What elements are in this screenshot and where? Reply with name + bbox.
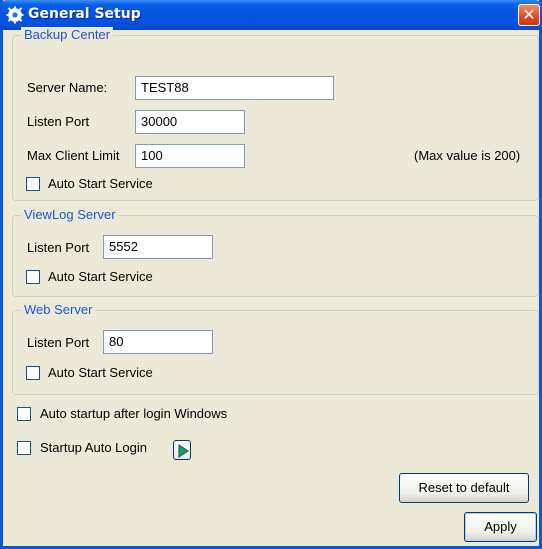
- backup-listen-port-input[interactable]: 30000: [135, 110, 245, 134]
- max-client-limit-input[interactable]: 100: [135, 144, 245, 168]
- startup-auto-login-expand-button[interactable]: [173, 440, 191, 460]
- play-arrow-icon: [178, 444, 189, 458]
- server-name-input[interactable]: TEST88: [135, 76, 334, 100]
- window-title: General Setup: [28, 6, 141, 22]
- web-listen-port-label: Listen Port: [27, 335, 90, 350]
- reset-to-default-button[interactable]: Reset to default: [399, 473, 529, 503]
- auto-startup-windows-label: Auto startup after login Windows: [40, 406, 228, 421]
- web-listen-port-input[interactable]: 80: [103, 330, 213, 354]
- general-setup-dialog: General Setup ✕ Backup Center Server Nam…: [0, 0, 542, 549]
- web-auto-start-label: Auto Start Service: [48, 365, 153, 380]
- close-button[interactable]: ✕: [518, 4, 540, 26]
- web-server-group: Web Server: [12, 302, 539, 395]
- startup-auto-login-checkbox[interactable]: [17, 441, 31, 455]
- web-auto-start-checkbox[interactable]: [26, 366, 40, 380]
- viewlog-listen-port-label: Listen Port: [27, 240, 90, 255]
- max-value-hint: (Max value is 200): [414, 148, 521, 163]
- backup-center-title: Backup Center: [21, 27, 113, 42]
- auto-startup-windows-checkbox[interactable]: [17, 407, 31, 421]
- web-server-title: Web Server: [21, 302, 96, 317]
- backup-auto-start-label: Auto Start Service: [48, 176, 153, 191]
- startup-auto-login-label: Startup Auto Login: [40, 440, 147, 455]
- apply-button[interactable]: Apply: [464, 512, 537, 542]
- viewlog-auto-start-label: Auto Start Service: [48, 269, 153, 284]
- max-client-limit-label: Max Client Limit: [27, 148, 120, 163]
- viewlog-server-title: ViewLog Server: [21, 207, 119, 222]
- server-name-label: Server Name:: [27, 80, 108, 95]
- backup-listen-port-label: Listen Port: [27, 114, 90, 129]
- backup-auto-start-checkbox[interactable]: [26, 177, 40, 191]
- viewlog-listen-port-input[interactable]: 5552: [103, 235, 213, 259]
- viewlog-server-group: ViewLog Server: [12, 207, 539, 297]
- settings-gear-icon: [6, 6, 24, 24]
- title-bar[interactable]: General Setup ✕: [0, 0, 542, 30]
- close-icon: ✕: [522, 5, 536, 24]
- viewlog-auto-start-checkbox[interactable]: [26, 270, 40, 284]
